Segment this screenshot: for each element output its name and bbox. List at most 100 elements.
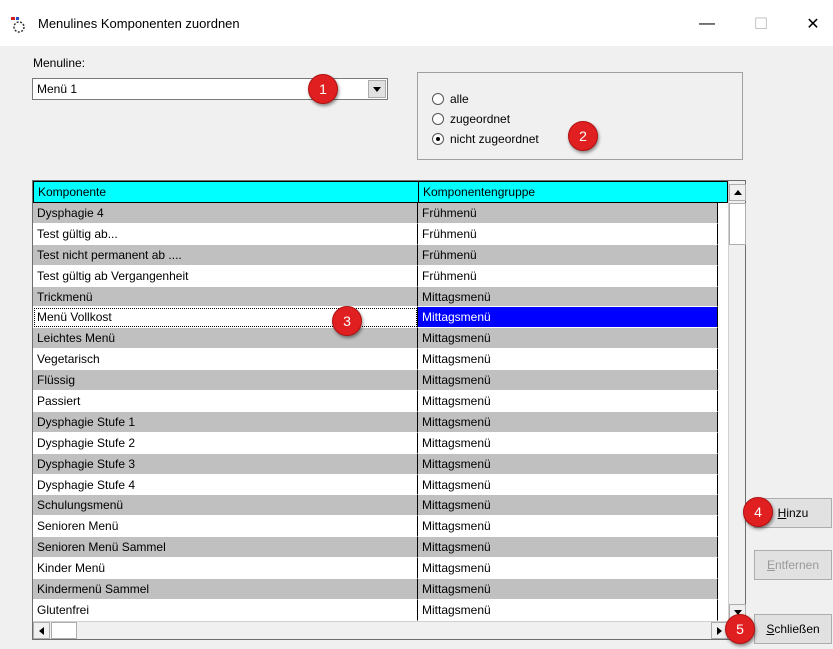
cell-komponente[interactable]: Kinder Menü bbox=[33, 558, 418, 580]
arrow-up-icon bbox=[733, 190, 742, 195]
table-row[interactable]: Passiert Mittagsmenü bbox=[33, 391, 728, 412]
cell-komponente[interactable]: Dysphagie 4 bbox=[33, 203, 418, 224]
cell-komponentengruppe[interactable]: Mittagsmenü bbox=[418, 432, 718, 454]
radio-zugeordnet[interactable]: zugeordnet bbox=[432, 111, 510, 127]
menuline-selected-value: Menü 1 bbox=[37, 82, 78, 96]
radio-label: alle bbox=[450, 92, 469, 106]
cell-komponentengruppe[interactable]: Mittagsmenü bbox=[418, 558, 718, 580]
title-bar: Menulines Komponenten zuordnen — ☐ ✕ bbox=[0, 0, 833, 46]
table-row[interactable]: Kinder Menü Mittagsmenü bbox=[33, 558, 728, 580]
cell-komponente[interactable]: Test gültig ab... bbox=[33, 223, 418, 245]
menuline-label: Menuline: bbox=[33, 56, 86, 70]
table-row[interactable]: Senioren Menü Mittagsmenü bbox=[33, 516, 728, 538]
dropdown-toggle-button[interactable] bbox=[368, 80, 386, 98]
table-row[interactable]: Menü Vollkost Mittagsmenü bbox=[33, 307, 728, 329]
cell-komponentengruppe[interactable]: Mittagsmenü bbox=[418, 307, 718, 329]
table-row[interactable]: Glutenfrei Mittagsmenü bbox=[33, 599, 728, 621]
column-header-komponentengruppe[interactable]: Komponentengruppe bbox=[418, 181, 728, 203]
cell-komponentengruppe[interactable]: Mittagsmenü bbox=[418, 453, 718, 475]
entfernen-label: ntfernen bbox=[774, 558, 820, 572]
schliessen-label: chließen bbox=[774, 622, 820, 636]
cell-komponente[interactable]: Senioren Menü bbox=[33, 516, 418, 538]
table-row[interactable]: Dysphagie Stufe 4 Mittagsmenü bbox=[33, 474, 728, 496]
cell-komponentengruppe[interactable]: Mittagsmenü bbox=[418, 474, 718, 496]
hinzu-accel: H bbox=[777, 506, 787, 520]
cell-komponente[interactable]: Senioren Menü Sammel bbox=[33, 537, 418, 559]
annotation-marker-5: 5 bbox=[725, 614, 755, 644]
cell-komponente[interactable]: Trickmenü bbox=[33, 286, 418, 308]
radio-label: nicht zugeordnet bbox=[450, 132, 539, 146]
table-row[interactable]: Schulungsmenü Mittagsmenü bbox=[33, 495, 728, 517]
table-row[interactable]: Vegetarisch Mittagsmenü bbox=[33, 349, 728, 371]
radio-alle[interactable]: alle bbox=[432, 91, 469, 107]
cell-komponentengruppe[interactable]: Mittagsmenü bbox=[418, 599, 718, 621]
radio-checked-icon bbox=[432, 133, 444, 145]
cell-komponente[interactable]: Leichtes Menü bbox=[33, 328, 418, 350]
radio-nicht-zugeordnet[interactable]: nicht zugeordnet bbox=[432, 131, 539, 147]
cell-komponentengruppe[interactable]: Frühmenü bbox=[418, 203, 718, 224]
column-header-komponente[interactable]: Komponente bbox=[33, 181, 418, 203]
entfernen-accel: E bbox=[766, 558, 775, 572]
cell-komponentengruppe[interactable]: Mittagsmenü bbox=[418, 411, 718, 433]
entfernen-button[interactable]: Entfernen bbox=[754, 550, 832, 580]
cell-komponente[interactable]: Glutenfrei bbox=[33, 599, 418, 621]
table-row[interactable]: Dysphagie Stufe 1 Mittagsmenü bbox=[33, 411, 728, 433]
annotation-marker-4: 4 bbox=[743, 497, 773, 527]
scroll-left-button[interactable] bbox=[33, 622, 50, 639]
table-row[interactable]: Dysphagie Stufe 3 Mittagsmenü bbox=[33, 453, 728, 475]
cell-komponente[interactable]: Dysphagie Stufe 4 bbox=[33, 474, 418, 496]
cell-komponente[interactable]: Test nicht permanent ab .... bbox=[33, 244, 418, 266]
cell-komponente[interactable]: Schulungsmenü bbox=[33, 495, 418, 517]
table-row[interactable]: Flüssig Mittagsmenü bbox=[33, 370, 728, 392]
cell-komponente[interactable]: Flüssig bbox=[33, 370, 418, 392]
cell-komponentengruppe[interactable]: Mittagsmenü bbox=[418, 349, 718, 371]
minimize-button[interactable]: — bbox=[684, 8, 730, 40]
horizontal-scrollbar[interactable] bbox=[33, 621, 728, 639]
cell-komponentengruppe[interactable]: Mittagsmenü bbox=[418, 537, 718, 559]
maximize-button[interactable]: ☐ bbox=[738, 8, 784, 40]
dialog-window: Menulines Komponenten zuordnen — ☐ ✕ Men… bbox=[0, 0, 833, 649]
cell-komponentengruppe[interactable]: Mittagsmenü bbox=[418, 516, 718, 538]
table-row[interactable]: Dysphagie 4 Frühmenü bbox=[33, 203, 728, 224]
horizontal-scroll-thumb[interactable] bbox=[51, 622, 77, 639]
close-button[interactable]: ✕ bbox=[790, 8, 833, 40]
table-row[interactable]: Kindermenü Sammel Mittagsmenü bbox=[33, 579, 728, 600]
table-row[interactable]: Dysphagie Stufe 2 Mittagsmenü bbox=[33, 432, 728, 454]
annotation-marker-1: 1 bbox=[308, 74, 338, 104]
cell-komponentengruppe[interactable]: Mittagsmenü bbox=[418, 391, 718, 412]
cell-komponentengruppe[interactable]: Frühmenü bbox=[418, 265, 718, 287]
arrow-left-icon bbox=[39, 626, 44, 635]
cell-komponentengruppe[interactable]: Mittagsmenü bbox=[418, 286, 718, 308]
cell-komponente[interactable]: Passiert bbox=[33, 391, 418, 412]
cell-komponente[interactable]: Dysphagie Stufe 3 bbox=[33, 453, 418, 475]
schliessen-accel: S bbox=[766, 622, 775, 636]
annotation-marker-2: 2 bbox=[568, 121, 598, 151]
scroll-up-button[interactable] bbox=[729, 184, 746, 201]
cell-komponente[interactable]: Test gültig ab Vergangenheit bbox=[33, 265, 418, 287]
cell-komponentengruppe[interactable]: Mittagsmenü bbox=[418, 370, 718, 392]
cell-komponentengruppe[interactable]: Mittagsmenü bbox=[418, 579, 718, 600]
cell-komponente[interactable]: Dysphagie Stufe 1 bbox=[33, 411, 418, 433]
cell-komponentengruppe[interactable]: Mittagsmenü bbox=[418, 328, 718, 350]
table-row[interactable]: Test gültig ab Vergangenheit Frühmenü bbox=[33, 265, 728, 287]
cell-komponentengruppe[interactable]: Frühmenü bbox=[418, 223, 718, 245]
vertical-scroll-thumb[interactable] bbox=[729, 203, 746, 245]
annotation-marker-3: 3 bbox=[332, 306, 362, 336]
cell-komponente[interactable]: Vegetarisch bbox=[33, 349, 418, 371]
arrow-right-icon bbox=[717, 626, 722, 635]
cell-komponente[interactable]: Dysphagie Stufe 2 bbox=[33, 432, 418, 454]
table-row[interactable]: Trickmenü Mittagsmenü bbox=[33, 286, 728, 308]
cell-komponente[interactable]: Kindermenü Sammel bbox=[33, 579, 418, 600]
table-row[interactable]: Senioren Menü Sammel Mittagsmenü bbox=[33, 537, 728, 559]
grid-body: Dysphagie 4 Frühmenü Test gültig ab... Früh… bbox=[33, 203, 728, 621]
radio-circle-icon bbox=[432, 93, 444, 105]
radio-label: zugeordnet bbox=[450, 112, 511, 126]
chevron-down-icon bbox=[373, 86, 381, 92]
table-row[interactable]: Test gültig ab... Frühmenü bbox=[33, 223, 728, 245]
cell-komponentengruppe[interactable]: Frühmenü bbox=[418, 244, 718, 266]
table-row[interactable]: Leichtes Menü Mittagsmenü bbox=[33, 328, 728, 350]
cell-komponentengruppe[interactable]: Mittagsmenü bbox=[418, 495, 718, 517]
table-row[interactable]: Test nicht permanent ab .... Frühmenü bbox=[33, 244, 728, 266]
schliessen-button[interactable]: Schließen bbox=[754, 614, 832, 644]
vertical-scrollbar[interactable] bbox=[728, 181, 746, 621]
